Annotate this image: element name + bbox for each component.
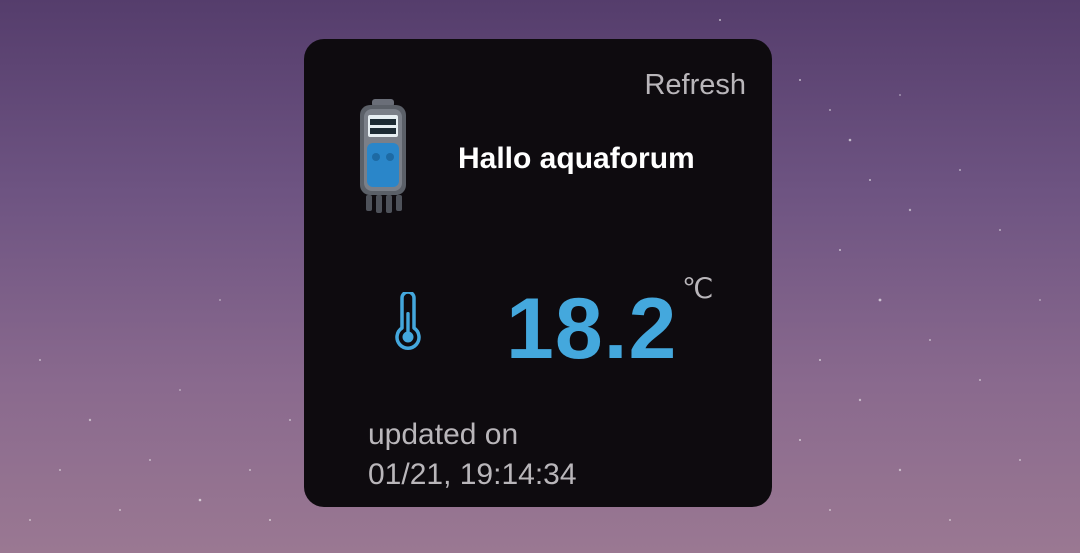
updated-label: updated on <box>368 418 519 451</box>
last-updated: updated on 01/21, 19:14:34 <box>368 415 577 495</box>
greeting-title: Hallo aquaforum <box>458 142 695 175</box>
thermometer-icon <box>395 292 421 350</box>
temperature-value: 18.2 <box>506 281 678 377</box>
aquarium-widget[interactable]: Refresh Hallo aquaforum 18.2 ℃ updated o… <box>304 39 772 507</box>
temperature-unit: ℃ <box>682 273 714 304</box>
refresh-button[interactable]: Refresh <box>644 69 746 102</box>
aquarium-controller-icon <box>360 99 406 213</box>
updated-timestamp: 01/21, 19:14:34 <box>368 458 577 491</box>
